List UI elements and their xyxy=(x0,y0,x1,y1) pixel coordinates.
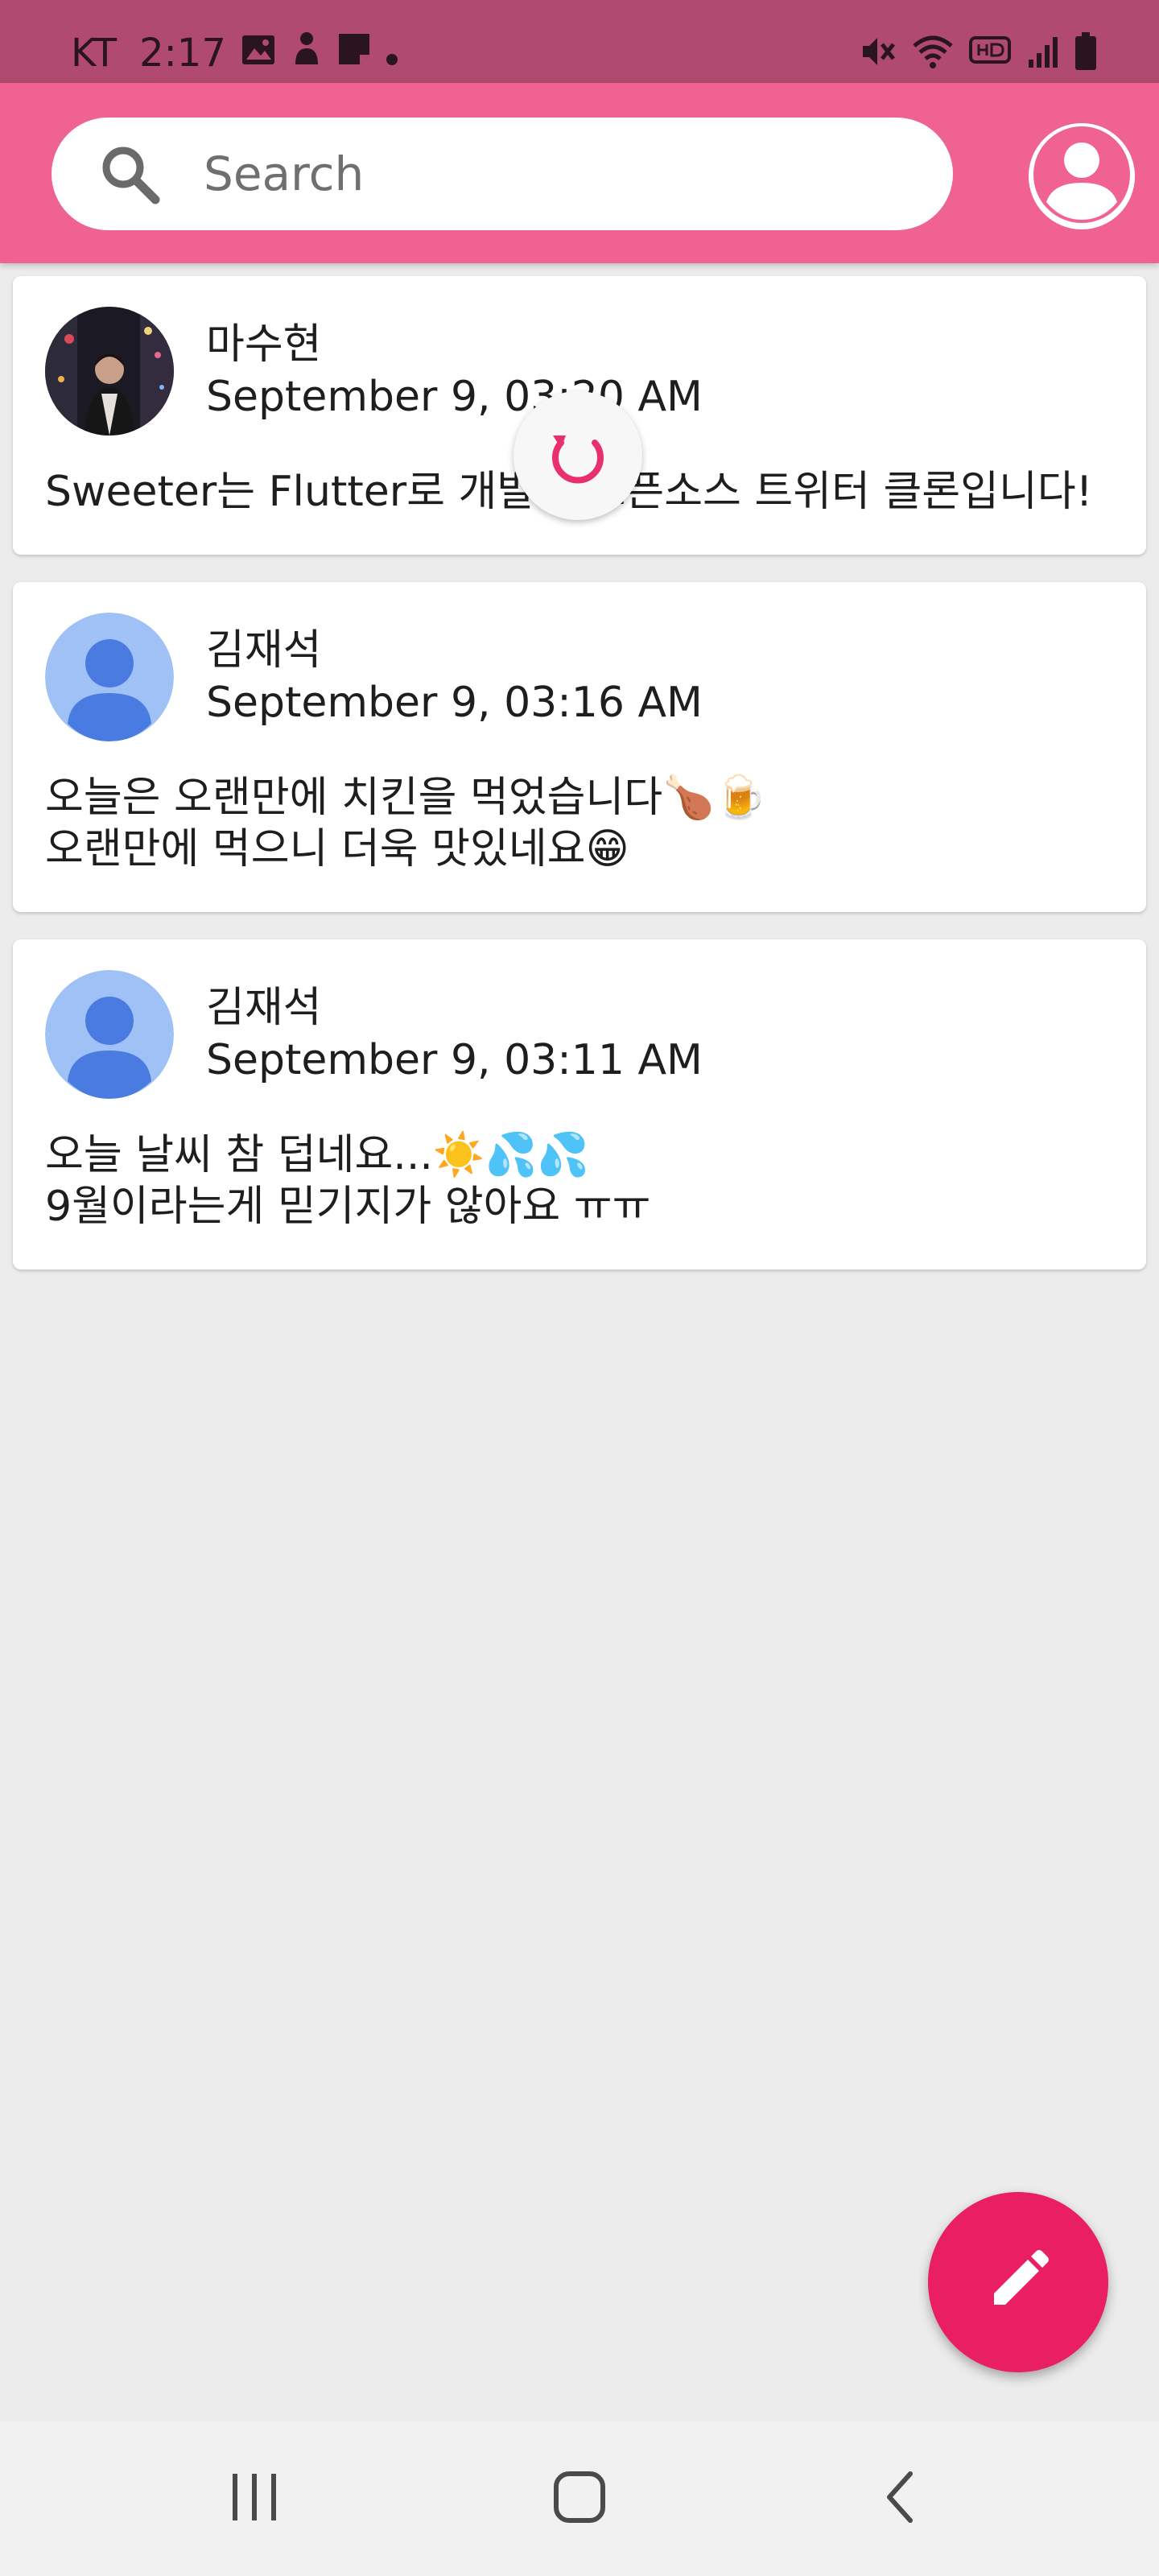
person-icon xyxy=(291,31,323,76)
gallery-icon xyxy=(241,31,276,76)
recent-apps-icon xyxy=(226,2469,283,2529)
post-body: 오늘은 오랜만에 치킨을 먹었습니다🍗🍺 오랜만에 먹으니 더욱 맛있네요😁 xyxy=(45,772,1114,875)
status-bar: KT 2:17 xyxy=(0,0,1159,83)
post-timestamp: September 9, 03:20 AM xyxy=(206,373,703,421)
default-avatar-icon[interactable] xyxy=(45,970,174,1099)
post-text-line: 9월이라는게 믿기지가 않아요 ㅠㅠ xyxy=(45,1183,651,1231)
status-time: 2:17 xyxy=(139,31,226,76)
home-button[interactable] xyxy=(499,2421,660,2576)
post-author[interactable]: 마수현 xyxy=(206,320,703,369)
post-author[interactable]: 김재석 xyxy=(206,984,703,1032)
profile-button[interactable] xyxy=(1029,123,1135,229)
post-timestamp: September 9, 03:11 AM xyxy=(206,1036,703,1084)
mute-icon xyxy=(860,33,897,73)
hd-call-icon xyxy=(969,35,1013,72)
compose-fab[interactable] xyxy=(928,2192,1108,2372)
default-avatar-icon[interactable] xyxy=(45,613,174,741)
post-meta: 마수현 September 9, 03:20 AM xyxy=(206,320,703,422)
post-text-line: 오랜만에 먹으니 더욱 맛있네요😁 xyxy=(45,825,629,873)
dot-icon xyxy=(386,31,398,76)
back-button[interactable] xyxy=(821,2421,982,2576)
post-timestamp: September 9, 03:16 AM xyxy=(206,679,703,727)
recent-apps-button[interactable] xyxy=(174,2421,335,2576)
status-right xyxy=(860,31,1098,76)
status-left: KT 2:17 xyxy=(71,27,398,79)
back-icon xyxy=(873,2469,930,2529)
avatar-photo[interactable] xyxy=(45,307,174,436)
post-meta: 김재석 September 9, 03:11 AM xyxy=(206,984,703,1085)
account-icon xyxy=(1029,123,1135,229)
wifi-icon xyxy=(911,33,955,73)
post-meta: 김재석 September 9, 03:16 AM xyxy=(206,626,703,728)
home-icon xyxy=(551,2469,608,2529)
search-input[interactable] xyxy=(204,138,848,210)
post-header: 김재석 September 9, 03:11 AM xyxy=(45,970,1114,1099)
system-nav-bar xyxy=(0,2421,1159,2576)
sticky-note-icon xyxy=(337,31,371,76)
app-bar xyxy=(0,83,1159,263)
carrier-label: KT xyxy=(71,31,118,76)
post-text-line: 오늘은 오랜만에 치킨을 먹었습니다🍗🍺 xyxy=(45,774,767,822)
search-icon[interactable] xyxy=(96,140,163,208)
post-author[interactable]: 김재석 xyxy=(206,626,703,675)
edit-icon xyxy=(980,2242,1057,2322)
post-body: 오늘 날씨 참 덥네요...☀️💦💦 9월이라는게 믿기지가 않아요 ㅠㅠ xyxy=(45,1129,1114,1232)
refresh-icon xyxy=(542,418,614,493)
post-card[interactable]: 김재석 September 9, 03:11 AM 오늘 날씨 참 덥네요...… xyxy=(13,939,1146,1269)
search-bar[interactable] xyxy=(52,118,953,230)
post-card[interactable]: 김재석 September 9, 03:16 AM 오늘은 오랜만에 치킨을 먹… xyxy=(13,582,1146,912)
refresh-indicator xyxy=(514,391,642,520)
battery-icon xyxy=(1074,32,1098,74)
signal-icon xyxy=(1027,34,1059,72)
post-header: 김재석 September 9, 03:16 AM xyxy=(45,613,1114,741)
post-text-line: 오늘 날씨 참 덥네요...☀️💦💦 xyxy=(45,1131,590,1179)
